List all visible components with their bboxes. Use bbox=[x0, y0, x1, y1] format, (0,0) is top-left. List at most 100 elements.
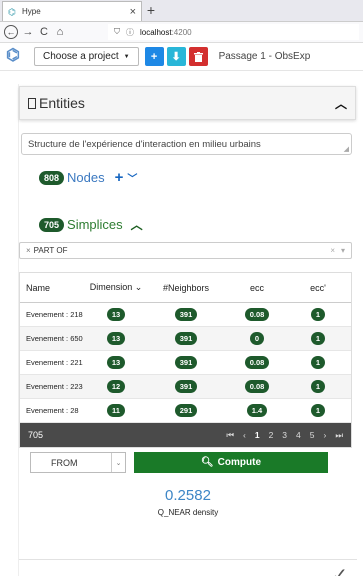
table-row[interactable]: Evenement : 218 13 391 0.08 1 bbox=[20, 303, 351, 327]
delete-button[interactable] bbox=[188, 47, 208, 66]
direction-select[interactable]: FROM ⌄ bbox=[30, 452, 126, 473]
remove-tag-icon[interactable]: × bbox=[26, 246, 31, 255]
result-value: 0.2582 bbox=[165, 487, 211, 504]
main-panel: Entities ︿ Structure de l'expérience d'i… bbox=[18, 84, 357, 576]
result-label: Q_NEAR density bbox=[157, 508, 219, 517]
url-host: localhost bbox=[140, 27, 172, 37]
last-page-icon[interactable]: ⏭ bbox=[335, 430, 343, 441]
col-name[interactable]: Name bbox=[20, 283, 86, 293]
ecc-badge: 0 bbox=[249, 332, 265, 345]
dimension-badge: 11 bbox=[107, 404, 125, 417]
table-header: Name Dimension ⌄ #Neighbors ecc ecc' bbox=[20, 273, 351, 303]
ecc-prime-badge: 1 bbox=[310, 332, 326, 345]
compute-controls: FROM ⌄ 🔍︎ Compute bbox=[30, 452, 356, 473]
dropdown-icon[interactable]: ▾ bbox=[341, 246, 345, 255]
trash-icon bbox=[193, 51, 203, 62]
browser-tab[interactable]: ⌬ Hype × bbox=[2, 1, 142, 21]
dimension-badge: 13 bbox=[106, 332, 126, 345]
document-icon bbox=[28, 97, 36, 109]
result-block: 0.2582 Q_NEAR density bbox=[19, 487, 357, 517]
page-link[interactable]: 5 bbox=[310, 430, 315, 441]
next-page-icon[interactable]: › bbox=[324, 430, 327, 441]
table-row[interactable]: Evenement : 28 11 291 1.4 1 bbox=[20, 399, 351, 423]
neighbors-badge: 291 bbox=[174, 404, 198, 417]
ecc-badge: 1.4 bbox=[246, 404, 268, 417]
nodes-count-badge: 808 bbox=[39, 170, 65, 185]
sort-icon: ⌄ bbox=[134, 282, 143, 292]
table-row[interactable]: Evenement : 650 13 391 0 1 bbox=[20, 327, 351, 351]
simplices-label: Simplices bbox=[67, 217, 123, 232]
info-icon[interactable]: ⓘ bbox=[126, 27, 134, 38]
home-icon[interactable]: ⌂ bbox=[52, 26, 68, 38]
chevron-up-icon[interactable]: ︿ bbox=[335, 95, 347, 112]
resize-grip-icon[interactable]: ◢ bbox=[344, 145, 349, 153]
app-toolbar: ⌬ Choose a project ▼ + ⬇ Passage 1 - Obs… bbox=[0, 43, 363, 71]
project-select[interactable]: Choose a project ▼ bbox=[34, 47, 139, 66]
divider bbox=[19, 559, 357, 560]
neighbors-badge: 391 bbox=[174, 356, 198, 369]
table-row[interactable]: Evenement : 223 12 391 0.08 1 bbox=[20, 375, 351, 399]
col-ecc[interactable]: ecc bbox=[226, 283, 288, 293]
page-link[interactable]: 2 bbox=[269, 430, 274, 441]
dimension-badge: 13 bbox=[106, 356, 126, 369]
chevron-up-icon[interactable]: ︿ bbox=[131, 216, 143, 233]
ecc-badge: 0.08 bbox=[244, 308, 270, 321]
hype-favicon-icon: ⌬ bbox=[8, 6, 16, 17]
simplices-table: Name Dimension ⌄ #Neighbors ecc ecc' Eve… bbox=[19, 272, 352, 448]
table-row[interactable]: Evenement : 221 13 391 0.08 1 bbox=[20, 351, 351, 375]
reload-icon[interactable]: C bbox=[36, 26, 52, 38]
cell-name: Evenement : 223 bbox=[26, 382, 83, 391]
col-ecc-prime[interactable]: ecc' bbox=[288, 283, 348, 293]
browser-tab-title: Hype bbox=[22, 7, 41, 16]
dimension-badge: 13 bbox=[106, 308, 126, 321]
cell-name: Evenement : 28 bbox=[26, 406, 79, 415]
close-tab-icon[interactable]: × bbox=[130, 6, 136, 18]
caret-down-icon: ▼ bbox=[123, 53, 130, 60]
browser-nav-bar: ← → C ⌂ ⛉ ⓘ localhost :4200 bbox=[0, 22, 363, 43]
direction-select-value: FROM bbox=[51, 457, 78, 468]
description-text: Structure de l'expérience d'interaction … bbox=[28, 138, 261, 150]
hype-logo-icon: ⌬ bbox=[6, 46, 20, 64]
page-link[interactable]: 3 bbox=[282, 430, 287, 441]
passage-label: Passage 1 - ObsExp bbox=[218, 51, 311, 62]
neighbors-badge: 391 bbox=[174, 308, 198, 321]
compute-button[interactable]: 🔍︎ Compute bbox=[134, 452, 328, 473]
cell-name: Evenement : 221 bbox=[26, 358, 83, 367]
url-port: :4200 bbox=[171, 27, 192, 37]
shield-icon: ⛉ bbox=[114, 27, 120, 36]
neighbors-badge: 391 bbox=[174, 380, 198, 393]
col-dimension-label: Dimension bbox=[89, 282, 133, 292]
ecc-badge: 0.08 bbox=[244, 356, 270, 369]
first-page-icon[interactable]: ⏮ bbox=[226, 430, 234, 441]
add-project-button[interactable]: + bbox=[144, 47, 164, 66]
ecc-prime-badge: 1 bbox=[310, 356, 326, 369]
simplices-count-badge: 705 bbox=[39, 217, 65, 232]
compute-label: Compute bbox=[217, 457, 262, 468]
chevron-down-icon: ⌄ bbox=[111, 453, 125, 472]
back-icon[interactable]: ← bbox=[4, 25, 18, 39]
prev-page-icon[interactable]: ‹ bbox=[243, 430, 246, 441]
cell-name: Evenement : 650 bbox=[26, 334, 83, 343]
chevron-down-icon[interactable]: ﹀ bbox=[127, 170, 137, 185]
new-tab-button[interactable]: + bbox=[142, 1, 160, 21]
ecc-prime-badge: 1 bbox=[310, 380, 326, 393]
col-neighbors[interactable]: #Neighbors bbox=[146, 283, 226, 293]
col-dimension[interactable]: Dimension ⌄ bbox=[86, 282, 146, 293]
nodes-label: Nodes bbox=[67, 170, 105, 185]
ecc-badge: 0.08 bbox=[244, 380, 270, 393]
url-bar[interactable]: ⛉ ⓘ localhost :4200 bbox=[108, 24, 359, 40]
add-node-icon[interactable]: + bbox=[115, 169, 124, 186]
page-link[interactable]: 4 bbox=[296, 430, 301, 441]
dimension-badge: 12 bbox=[106, 380, 126, 393]
cell-name: Evenement : 218 bbox=[26, 310, 83, 319]
table-paginator: 705 ⏮ ‹ 1 2 3 4 5 › ⏭ bbox=[20, 423, 351, 447]
download-button[interactable]: ⬇ bbox=[166, 47, 186, 66]
nodes-section: 808 Nodes + ﹀ bbox=[39, 169, 356, 186]
forward-icon[interactable]: → bbox=[20, 26, 36, 38]
simplices-section: 705 Simplices ︿ bbox=[39, 216, 356, 233]
description-field[interactable]: Structure de l'expérience d'interaction … bbox=[21, 133, 352, 155]
relation-filter-select[interactable]: × PART OF × ▾ bbox=[19, 242, 352, 259]
clear-filter-icon[interactable]: × bbox=[330, 246, 335, 255]
page-link[interactable]: 1 bbox=[255, 430, 260, 441]
entities-header[interactable]: Entities ︿ bbox=[19, 86, 356, 120]
